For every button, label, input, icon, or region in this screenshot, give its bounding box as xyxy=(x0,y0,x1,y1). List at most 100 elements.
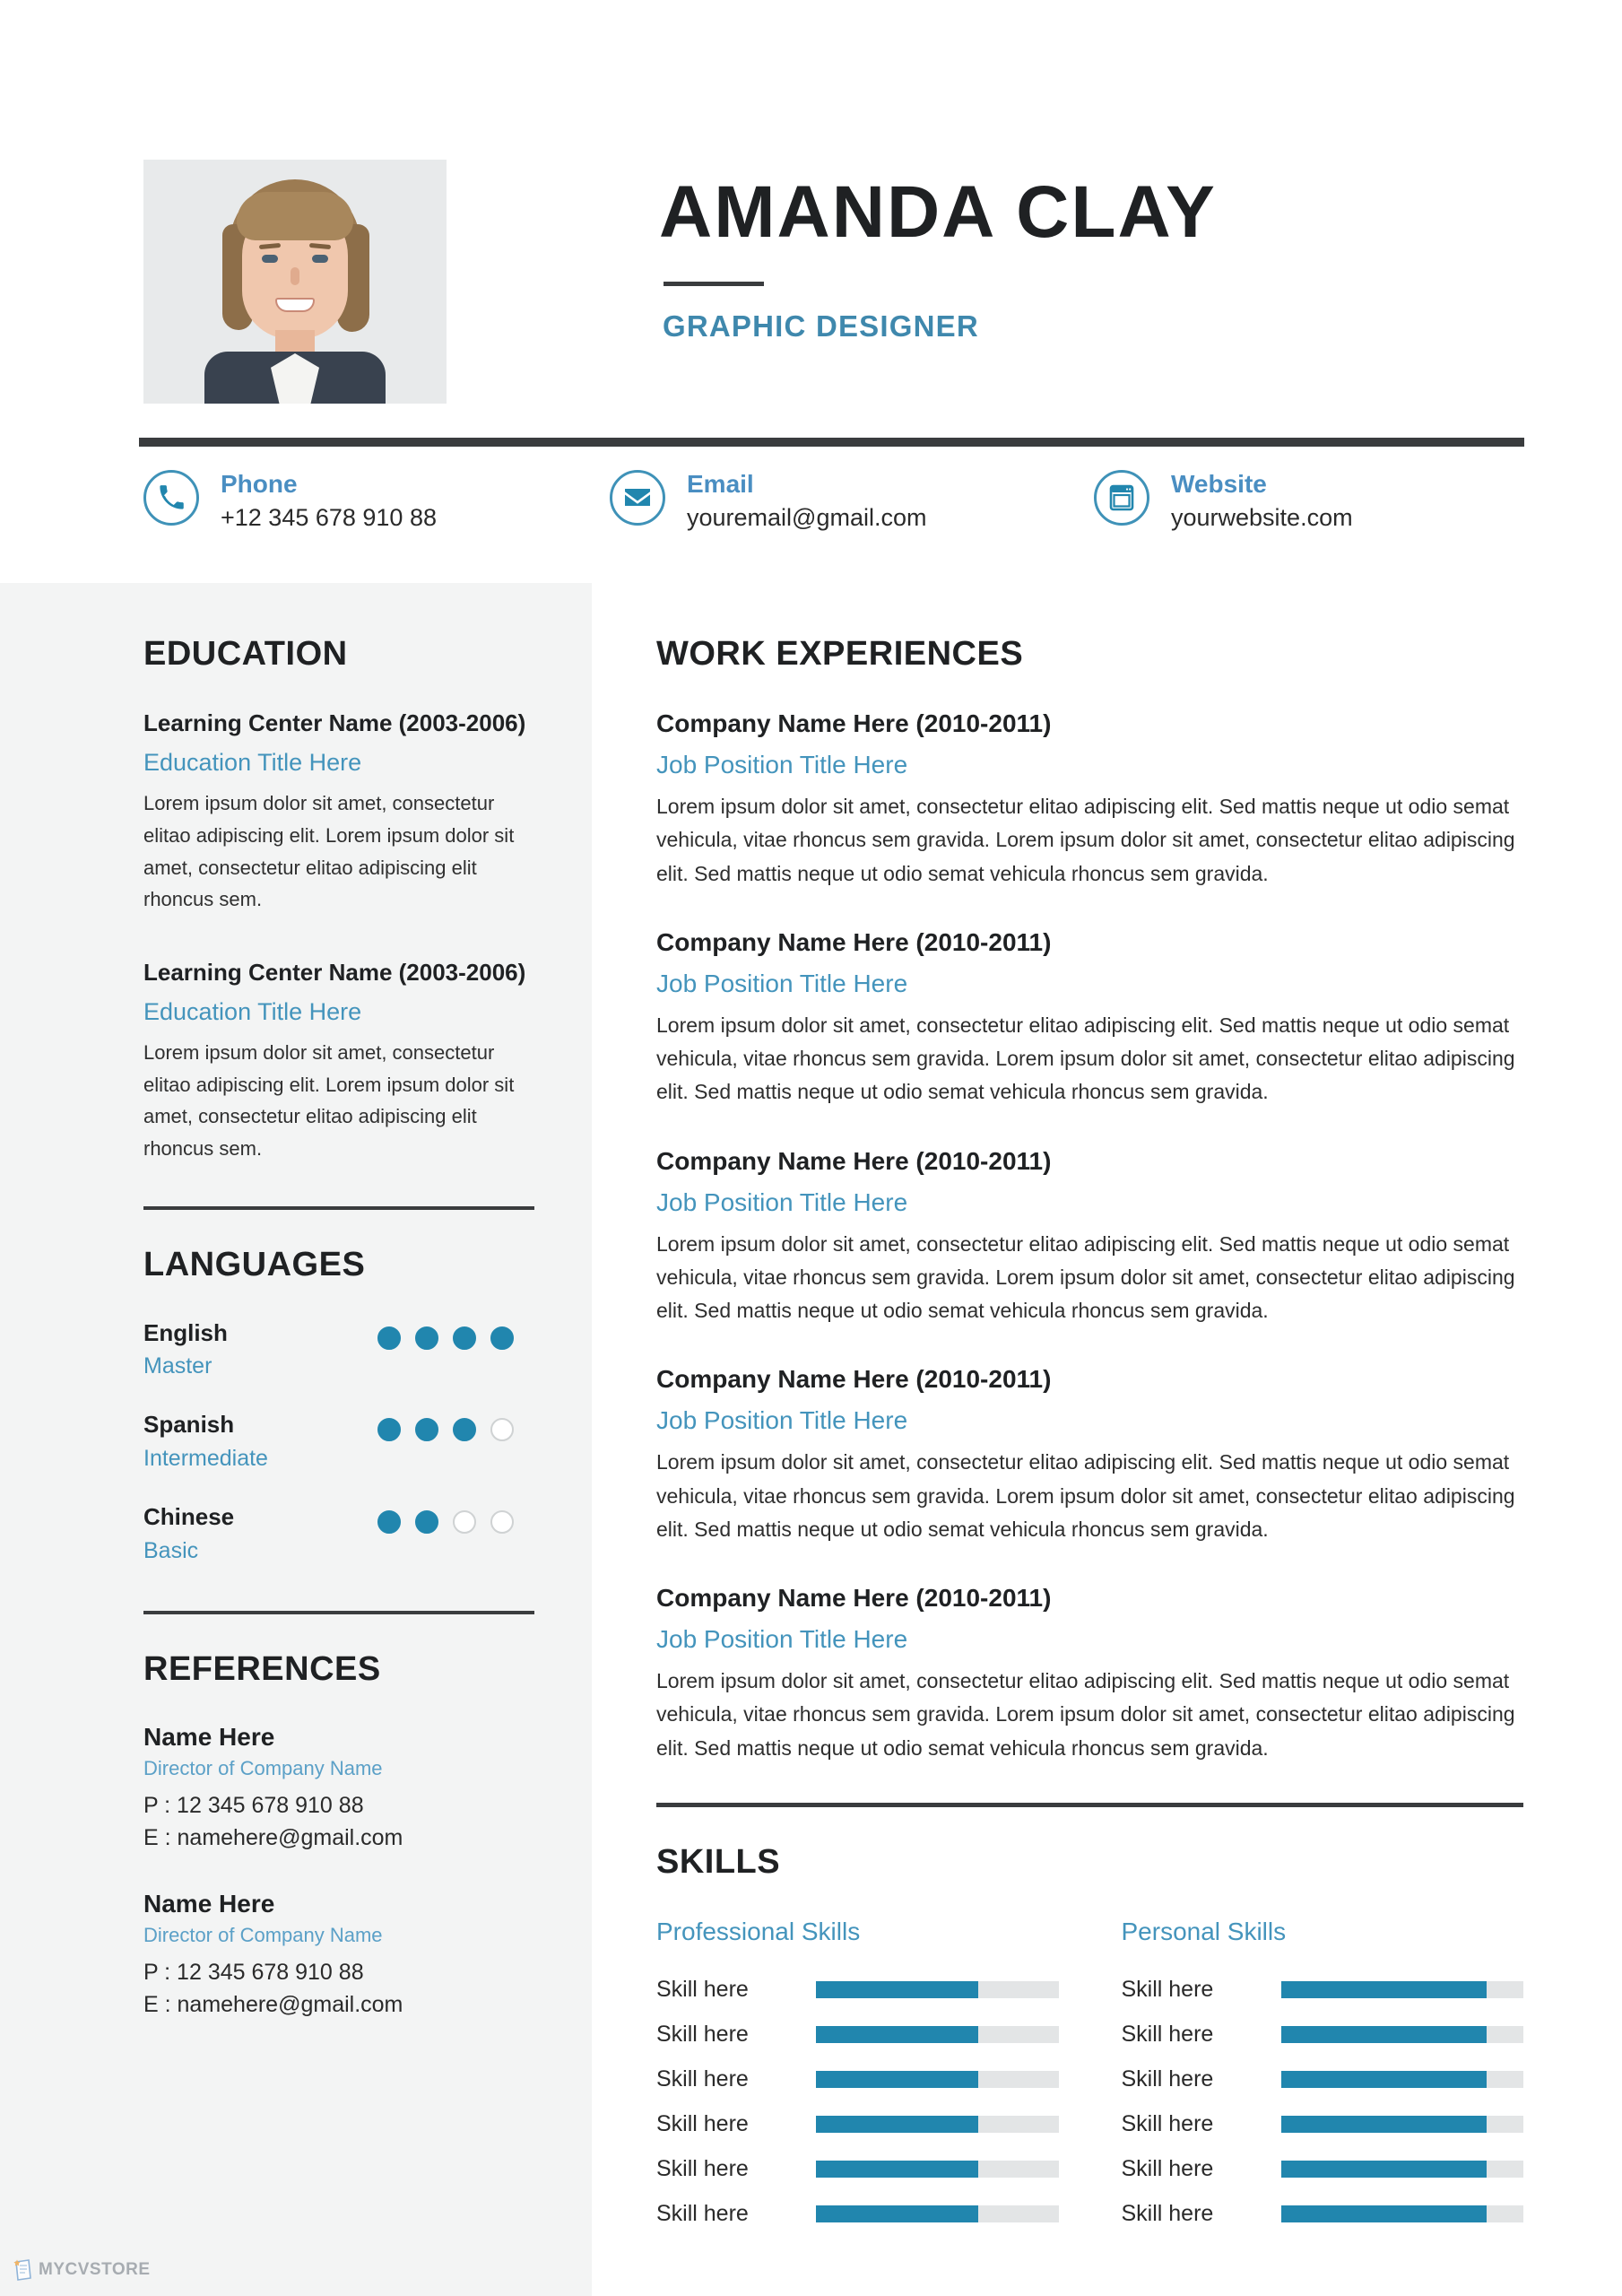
reference-email: E : namehere@gmail.com xyxy=(143,1825,403,1851)
skill-bar-track xyxy=(1280,2160,1523,2178)
skill-label: Skill here xyxy=(1121,2110,1214,2136)
work-description: Lorem ipsum dolor sit amet, consectetur … xyxy=(656,795,1515,885)
resume-header: AMANDA CLAY GRAPHIC DESIGNER xyxy=(0,0,1622,439)
skill-row: Skill here xyxy=(656,2156,1059,2182)
work-item: Company Name Here (2010-2011) Job Positi… xyxy=(656,709,1523,891)
rating-dot-filled xyxy=(415,1326,438,1350)
contact-phone[interactable]: Phone +12 345 678 910 88 xyxy=(143,459,610,576)
skill-label: Skill here xyxy=(656,2066,749,2092)
profile-photo xyxy=(143,160,447,404)
work-company: Company Name Here (2010-2011) xyxy=(656,927,1052,956)
skill-bar-track xyxy=(816,2160,1059,2178)
rating-dot-filled xyxy=(377,1510,401,1535)
rating-dot-filled xyxy=(415,1510,438,1535)
rating-dot-filled xyxy=(415,1418,438,1442)
skill-bar-track xyxy=(816,2025,1059,2043)
contact-bar: Phone +12 345 678 910 88 Email youremail… xyxy=(0,459,1622,576)
skills-section-title: SKILLS xyxy=(656,1842,781,1881)
education-description: Lorem ipsum dolor sit amet, consectetur … xyxy=(143,1041,515,1160)
skill-bar-track xyxy=(816,2070,1059,2088)
skill-bar-fill xyxy=(816,2070,979,2088)
title-underline xyxy=(664,282,764,286)
skill-row: Skill here xyxy=(656,2066,1059,2092)
rating-dot-empty xyxy=(490,1510,514,1535)
name-block: AMANDA CLAY GRAPHIC DESIGNER xyxy=(659,176,1217,344)
job-role-subtitle: GRAPHIC DESIGNER xyxy=(663,309,979,343)
browser-window-icon xyxy=(1094,470,1149,526)
reference-name: Name Here xyxy=(143,1890,275,1918)
professional-skills-list: Skill here Skill here Skill here Skill here… xyxy=(656,1977,1059,2227)
work-position: Job Position Title Here xyxy=(656,969,908,997)
contact-website[interactable]: Website yourwebsite.com xyxy=(1094,459,1542,576)
reference-phone: P : 12 345 678 910 88 xyxy=(143,1960,364,1986)
language-level: Master xyxy=(143,1353,213,1379)
reference-role: Director of Company Name xyxy=(143,1924,383,1947)
skill-bar-track xyxy=(1280,2070,1523,2088)
email-value: youremail@gmail.com xyxy=(687,504,927,531)
skill-label: Skill here xyxy=(656,2200,749,2226)
envelope-icon xyxy=(610,470,665,526)
reference-email: E : namehere@gmail.com xyxy=(143,1992,403,2018)
language-name: Chinese xyxy=(143,1503,235,1531)
skill-bar-fill xyxy=(1280,2205,1488,2222)
education-description: Lorem ipsum dolor sit amet, consectetur … xyxy=(143,792,515,911)
language-item: Spanish Intermediate xyxy=(143,1410,533,1472)
education-degree: Education Title Here xyxy=(143,749,362,777)
personal-skills-column: Personal Skills Skill here Skill here Skil… xyxy=(1121,1918,1523,2246)
work-description: Lorem ipsum dolor sit amet, consectetur … xyxy=(656,1013,1515,1104)
document-star-icon xyxy=(13,2259,31,2281)
sidebar: EDUCATION Learning Center Name (2003-200… xyxy=(0,583,592,2296)
contact-email[interactable]: Email youremail@gmail.com xyxy=(610,459,1094,576)
language-rating-dots xyxy=(377,1318,533,1350)
language-rating-dots xyxy=(377,1410,533,1442)
skill-row: Skill here xyxy=(656,2022,1059,2048)
work-description: Lorem ipsum dolor sit amet, consectetur … xyxy=(656,1669,1515,1760)
work-item: Company Name Here (2010-2011) Job Positi… xyxy=(656,1147,1523,1328)
skill-bar-track xyxy=(816,2205,1059,2222)
skill-label: Skill here xyxy=(1121,1976,1214,2002)
work-company: Company Name Here (2010-2011) xyxy=(656,1365,1052,1394)
skill-label: Skill here xyxy=(1121,2021,1214,2047)
skill-bar-fill xyxy=(816,2025,979,2043)
skill-bar-track xyxy=(816,2115,1059,2133)
skill-bar-fill xyxy=(816,2160,979,2178)
education-section-title: EDUCATION xyxy=(143,635,348,673)
rating-dot-filled xyxy=(377,1418,401,1442)
skill-bar-track xyxy=(1280,1980,1523,1998)
reference-item: Name Here Director of Company Name P : 1… xyxy=(143,1890,533,2019)
rating-dot-filled xyxy=(377,1326,401,1350)
page-title: AMANDA CLAY xyxy=(659,171,1217,253)
phone-value: +12 345 678 910 88 xyxy=(221,504,437,531)
language-name: English xyxy=(143,1318,228,1346)
language-level: Basic xyxy=(143,1538,199,1564)
skill-row: Skill here xyxy=(656,2201,1059,2227)
phone-icon xyxy=(143,470,199,526)
work-position: Job Position Title Here xyxy=(656,751,908,778)
rating-dot-empty xyxy=(490,1418,514,1442)
work-section-title: WORK EXPERIENCES xyxy=(656,635,1024,673)
resume-page: AMANDA CLAY GRAPHIC DESIGNER Phone +12 3… xyxy=(0,0,1622,2296)
email-label: Email xyxy=(687,470,754,498)
skill-label: Skill here xyxy=(1121,2155,1214,2181)
work-description: Lorem ipsum dolor sit amet, consectetur … xyxy=(656,1231,1515,1323)
skill-bar-fill xyxy=(1280,2070,1488,2088)
work-description: Lorem ipsum dolor sit amet, consectetur … xyxy=(656,1450,1515,1541)
rating-dot-filled xyxy=(453,1418,476,1442)
skill-bar-track xyxy=(1280,2025,1523,2043)
language-rating-dots xyxy=(377,1502,533,1535)
skill-bar-fill xyxy=(816,2115,979,2133)
skill-bar-track xyxy=(1280,2115,1523,2133)
skills-columns: Professional Skills Skill here Skill here… xyxy=(656,1918,1523,2246)
portrait-illustration xyxy=(183,172,407,404)
website-label: Website xyxy=(1171,470,1267,498)
skill-label: Skill here xyxy=(656,2155,749,2181)
education-item: Learning Center Name (2003-2006) Educati… xyxy=(143,708,533,916)
rating-dot-filled xyxy=(490,1326,514,1350)
work-position: Job Position Title Here xyxy=(656,1406,908,1435)
resume-body: EDUCATION Learning Center Name (2003-200… xyxy=(0,583,1622,2296)
education-school: Learning Center Name (2003-2006) xyxy=(143,709,526,736)
education-degree: Education Title Here xyxy=(143,998,362,1026)
website-value: yourwebsite.com xyxy=(1171,504,1353,531)
watermark: MYCVSTORE xyxy=(13,2258,151,2282)
skill-row: Skill here xyxy=(1122,2201,1523,2227)
